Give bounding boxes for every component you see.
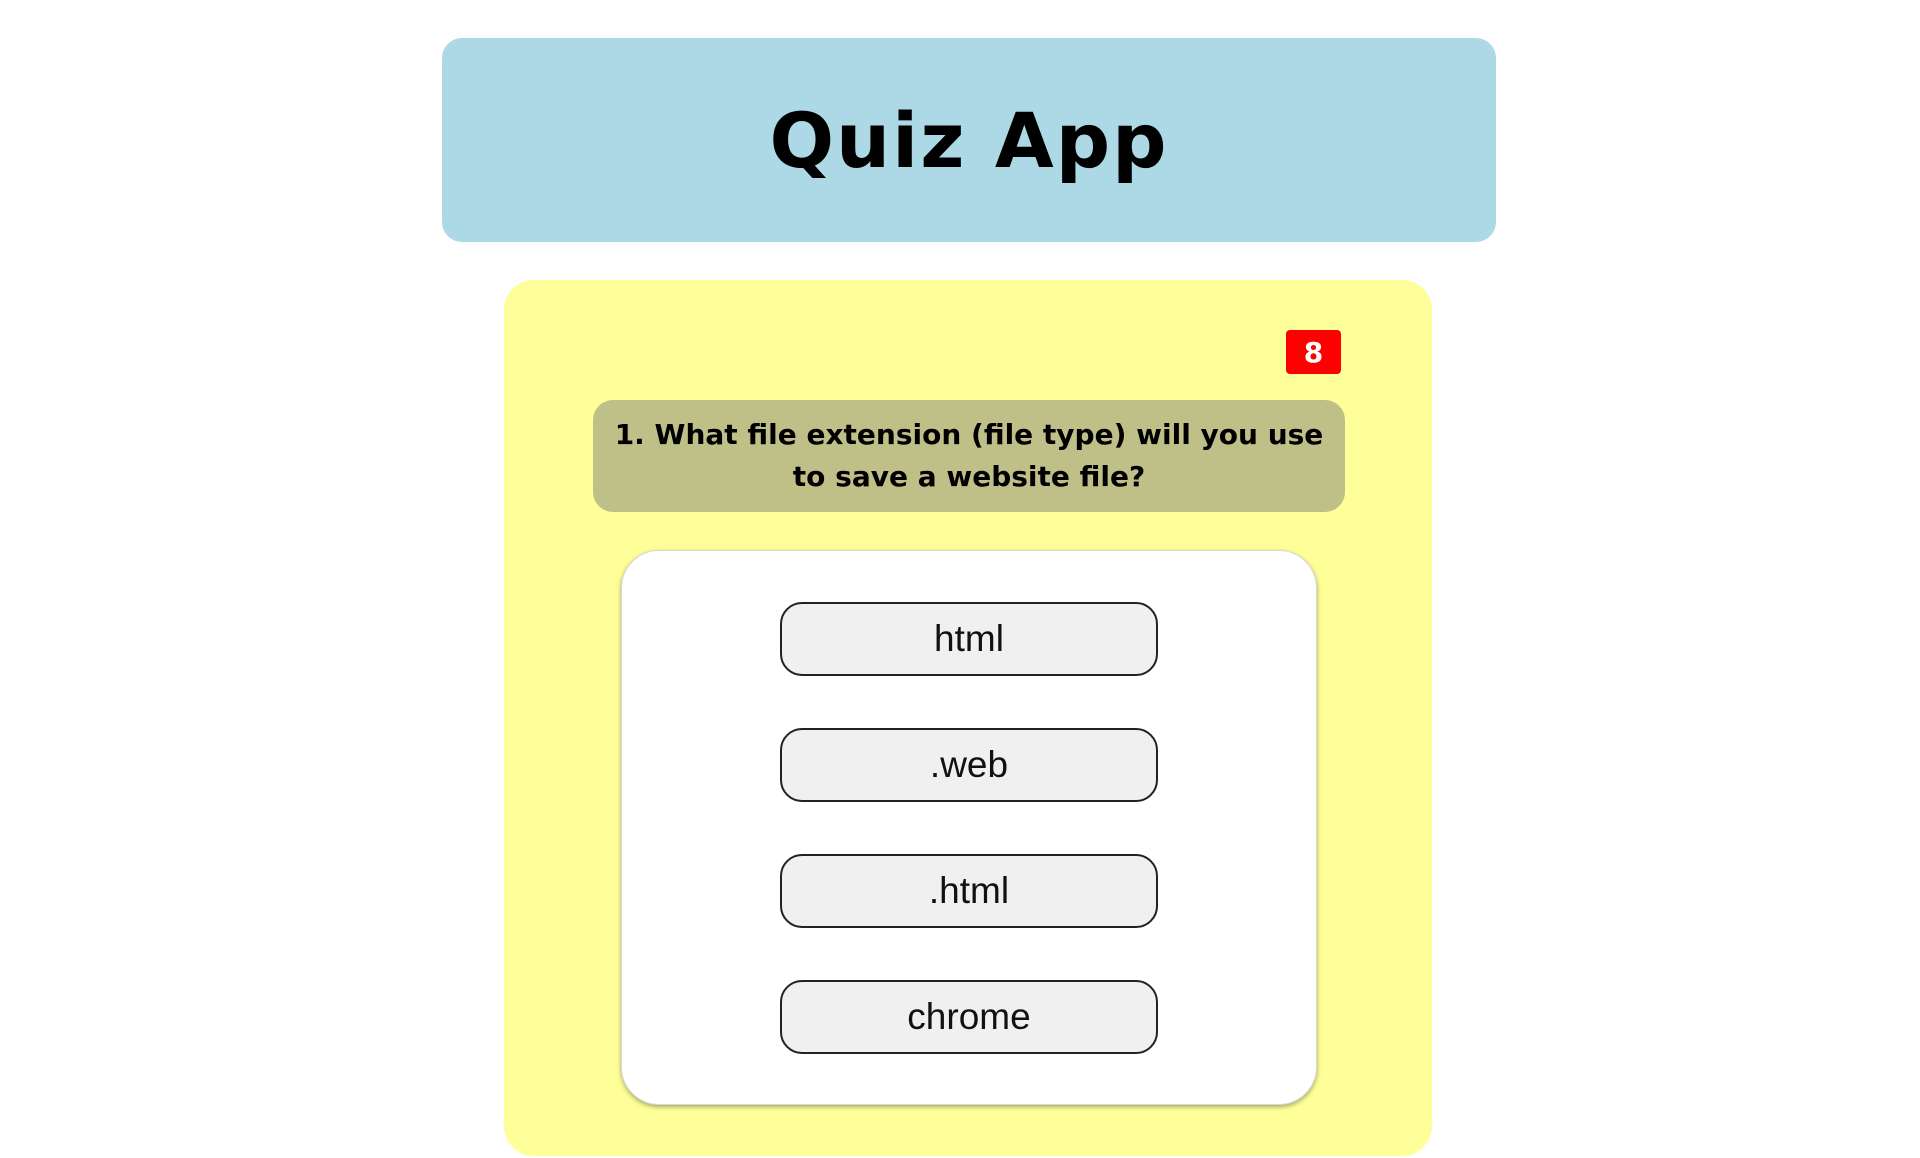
option-button[interactable]: html <box>780 602 1158 676</box>
app-header: Quiz App <box>442 38 1496 242</box>
option-button[interactable]: chrome <box>780 980 1158 1054</box>
app-title: Quiz App <box>769 95 1169 185</box>
option-button[interactable]: .html <box>780 854 1158 928</box>
timer-badge: 8 <box>1286 330 1341 374</box>
question-text: 1. What file extension (file type) will … <box>593 400 1345 512</box>
option-button[interactable]: .web <box>780 728 1158 802</box>
quiz-card: 8 1. What file extension (file type) wil… <box>504 280 1432 1156</box>
options-panel: html .web .html chrome <box>621 550 1317 1105</box>
